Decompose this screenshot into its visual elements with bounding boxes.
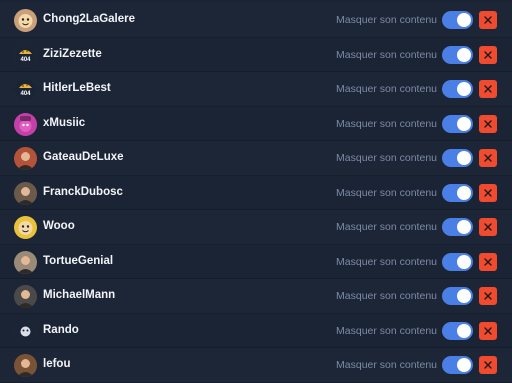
- remove-user-button[interactable]: [479, 45, 497, 64]
- mask-content-label: Masquer son contenu: [336, 117, 437, 130]
- svg-text:404: 404: [20, 91, 31, 97]
- username: MichaelMann: [43, 289, 116, 301]
- user-row: Chong2LaGalere Masquer son contenu: [0, 3, 512, 38]
- user-row: xMusiic Masquer son contenu: [0, 106, 512, 141]
- mask-content-toggle[interactable]: [442, 149, 473, 167]
- mask-content-toggle[interactable]: [442, 114, 473, 133]
- toggle-knob: [457, 289, 471, 303]
- blocked-users-list: Chong2LaGalere Masquer son contenu 404 Z…: [0, 3, 512, 383]
- close-icon: [484, 16, 492, 24]
- toggle-knob: [457, 82, 471, 96]
- username: Chong2LaGalere: [43, 13, 136, 25]
- user-row: GateauDeLuxe Masquer son contenu: [0, 141, 512, 176]
- character-icon: [14, 112, 37, 136]
- user-row: FranckDubosc Masquer son contenu: [0, 175, 512, 210]
- close-icon: [484, 326, 492, 335]
- user-row: 404 HitlerLeBest Masquer son contenu: [0, 72, 512, 107]
- mask-content-label: Masquer son contenu: [336, 14, 437, 26]
- mask-content-toggle[interactable]: [442, 80, 473, 98]
- toggle-knob: [457, 254, 471, 269]
- user-row: Rando Masquer son contenu: [0, 313, 512, 348]
- username: GateauDeLuxe: [43, 151, 124, 163]
- user-row: Wooo Masquer son contenu: [0, 210, 512, 245]
- username: HitlerLeBest: [43, 82, 111, 94]
- mask-content-toggle[interactable]: [442, 11, 473, 29]
- mask-content-label: Masquer son contenu: [336, 48, 437, 61]
- mask-content-label: Masquer son contenu: [336, 152, 437, 164]
- mask-content-toggle[interactable]: [442, 356, 473, 374]
- close-icon: [484, 292, 492, 300]
- 404-cookie-icon: 404: [14, 43, 37, 67]
- mask-content-label: Masquer son contenu: [336, 83, 437, 95]
- remove-user-button[interactable]: [479, 80, 497, 98]
- toggle-knob: [457, 358, 471, 372]
- portrait-icon: [14, 250, 37, 274]
- toggle-knob: [457, 13, 471, 27]
- remove-user-button[interactable]: [479, 252, 497, 271]
- mask-content-label: Masquer son contenu: [336, 324, 437, 337]
- portrait-icon: [14, 181, 37, 205]
- close-icon: [484, 85, 492, 93]
- remove-user-button[interactable]: [479, 183, 497, 202]
- close-icon: [484, 188, 492, 197]
- portrait-icon: [14, 354, 37, 377]
- mask-content-toggle[interactable]: [442, 287, 473, 305]
- remove-user-button[interactable]: [479, 149, 497, 167]
- close-icon: [484, 119, 492, 128]
- remove-user-button[interactable]: [479, 356, 497, 374]
- mask-content-toggle[interactable]: [442, 183, 473, 202]
- username: FranckDubosc: [43, 185, 123, 198]
- username: TortueGenial: [43, 254, 114, 267]
- mask-content-toggle[interactable]: [442, 45, 473, 64]
- username: lefou: [43, 358, 71, 370]
- remove-user-button[interactable]: [479, 11, 497, 29]
- remove-user-button[interactable]: [479, 114, 497, 133]
- close-icon: [484, 50, 492, 59]
- mask-content-label: Masquer son contenu: [336, 359, 437, 371]
- mask-content-label: Masquer son contenu: [336, 290, 437, 302]
- svg-text:404: 404: [20, 57, 31, 63]
- remove-user-button[interactable]: [479, 287, 497, 305]
- toggle-knob: [457, 116, 471, 131]
- mask-content-label: Masquer son contenu: [336, 186, 437, 199]
- toggle-knob: [457, 185, 471, 200]
- user-row: lefou Masquer son contenu: [0, 348, 512, 383]
- toggle-knob: [457, 151, 471, 165]
- username: Rando: [43, 323, 79, 336]
- toggle-knob: [457, 47, 471, 62]
- mask-content-toggle[interactable]: [442, 321, 473, 340]
- close-icon: [484, 154, 492, 162]
- user-row: 404 ZiziZezette Masquer son contenu: [0, 37, 512, 72]
- toggle-knob: [457, 323, 471, 338]
- close-icon: [484, 257, 492, 266]
- mask-content-toggle[interactable]: [442, 252, 473, 271]
- username: Wooo: [43, 220, 75, 232]
- username: ZiziZezette: [43, 47, 102, 60]
- 404-cookie-icon: 404: [14, 78, 37, 101]
- toggle-knob: [457, 220, 471, 234]
- close-icon: [484, 223, 492, 231]
- remove-user-button[interactable]: [479, 321, 497, 340]
- close-icon: [484, 361, 492, 369]
- portrait-icon: [14, 285, 37, 308]
- mask-content-label: Masquer son contenu: [336, 255, 437, 268]
- mask-content-label: Masquer son contenu: [336, 221, 437, 233]
- cartoon-face-icon: [14, 216, 37, 239]
- username: xMusiic: [43, 116, 86, 129]
- remove-user-button[interactable]: [479, 218, 497, 236]
- user-row: MichaelMann Masquer son contenu: [0, 279, 512, 314]
- portrait-icon: [14, 147, 37, 170]
- mask-content-toggle[interactable]: [442, 218, 473, 236]
- user-row: TortueGenial Masquer son contenu: [0, 244, 512, 279]
- ghost-icon: [14, 319, 37, 343]
- cartoon-face-icon: [14, 9, 37, 32]
